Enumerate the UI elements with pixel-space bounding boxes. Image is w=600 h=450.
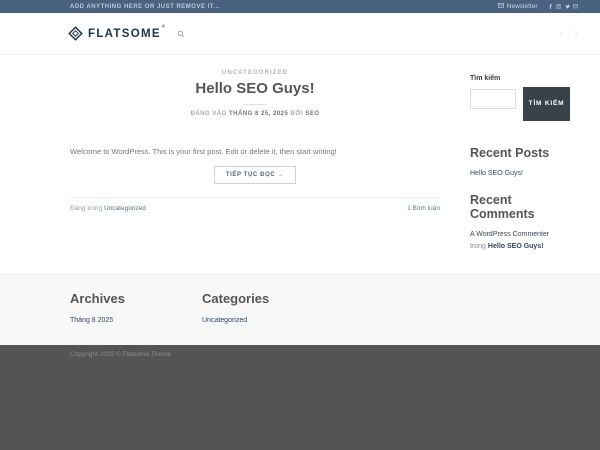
facebook-icon[interactable] <box>548 4 553 9</box>
comment-author-link[interactable]: A WordPress Commenter <box>470 230 570 241</box>
categories-widget: Categories Uncategorized <box>202 291 334 345</box>
sidebar: Tìm kiếm TÌM KIẾM Recent Posts Hello SEO… <box>470 55 570 274</box>
post-article: UNCATEGORIZED Hello SEO Guys! ĐĂNG VÀO T… <box>70 55 440 274</box>
meta-by: BỞI <box>290 111 304 117</box>
recent-post-link[interactable]: Hello SEO Guys! <box>470 169 570 180</box>
envelope-icon <box>498 3 505 10</box>
title-divider <box>243 104 267 105</box>
meta-prefix: ĐĂNG VÀO <box>190 111 227 117</box>
social-icons <box>548 4 578 9</box>
topbar-right: Newsletter <box>498 3 578 10</box>
meta-date: THÁNG 8 25, 2025 <box>229 111 289 117</box>
comment-connector: trong <box>470 243 486 250</box>
site-name: FLATSOME <box>88 27 161 40</box>
footer-widgets: Archives Tháng 8 2025 Categories Uncateg… <box>0 274 600 345</box>
post-title[interactable]: Hello SEO Guys! <box>70 80 440 97</box>
newsletter-link[interactable]: Newsletter <box>498 3 538 10</box>
category-link[interactable]: Uncategorized <box>202 317 334 324</box>
prev-arrow-icon[interactable]: ‹ <box>559 28 562 39</box>
search-widget-label: Tìm kiếm <box>470 75 501 82</box>
archives-title: Archives <box>70 291 125 306</box>
read-more-button[interactable]: TIẾP TỤC ĐỌC → <box>213 166 297 185</box>
absolute-footer: Copyright 2025 © Flatsome Theme <box>0 345 600 450</box>
page-content: UNCATEGORIZED Hello SEO Guys! ĐĂNG VÀO T… <box>0 55 600 274</box>
post-excerpt: Welcome to WordPress. This is your first… <box>70 147 337 156</box>
twitter-icon[interactable] <box>565 4 570 9</box>
search-widget: TÌM KIẾM <box>470 87 570 121</box>
recent-posts-title: Recent Posts <box>470 146 550 160</box>
recent-comments-title: Recent Comments <box>470 192 535 221</box>
comments-link[interactable]: 1 Bình luận <box>407 205 440 212</box>
comment-post-link[interactable]: Hello SEO Guys! <box>488 243 544 250</box>
arrow-divider: | <box>567 29 570 38</box>
posted-in: Đăng trong Uncategorized <box>70 205 146 212</box>
instagram-icon[interactable] <box>556 4 561 9</box>
header-nav-arrows: ‹ | › <box>559 28 578 39</box>
posted-in-label: Đăng trong <box>70 205 103 213</box>
recent-comment-item: A WordPress Commenter trong Hello SEO Gu… <box>470 230 570 251</box>
archives-widget: Archives Tháng 8 2025 <box>70 291 202 345</box>
post-footer-meta: Đăng trong Uncategorized 1 Bình luận <box>70 197 440 212</box>
email-icon[interactable] <box>573 4 578 9</box>
posted-in-category-link[interactable]: Uncategorized <box>104 205 146 212</box>
copyright-text: Copyright 2025 © Flatsome Theme <box>70 351 172 358</box>
categories-title: Categories <box>202 291 270 306</box>
gem-logo-icon <box>68 26 83 41</box>
comment-context: trong Hello SEO Guys! <box>470 243 570 250</box>
post-category-link[interactable]: UNCATEGORIZED <box>70 70 440 76</box>
search-submit-button[interactable]: TÌM KIẾM <box>523 87 570 121</box>
registered-mark: ® <box>161 24 166 29</box>
newsletter-label: Newsletter <box>506 3 538 10</box>
next-arrow-icon[interactable]: › <box>575 28 578 39</box>
search-input[interactable] <box>470 89 516 109</box>
topbar: ADD ANYTHING HERE OR JUST REMOVE IT... N… <box>0 0 600 13</box>
search-icon[interactable] <box>177 30 185 38</box>
site-header: FLATSOME ® ‹ | › <box>0 13 600 55</box>
archive-link[interactable]: Tháng 8 2025 <box>70 317 202 324</box>
site-logo[interactable]: FLATSOME ® <box>68 24 166 41</box>
post-header: UNCATEGORIZED Hello SEO Guys! ĐĂNG VÀO T… <box>70 70 440 117</box>
topbar-note: ADD ANYTHING HERE OR JUST REMOVE IT... <box>70 3 220 10</box>
meta-author-link[interactable]: SEO <box>305 111 319 117</box>
post-meta: ĐĂNG VÀO THÁNG 8 25, 2025 BỞI SEO <box>70 111 440 117</box>
